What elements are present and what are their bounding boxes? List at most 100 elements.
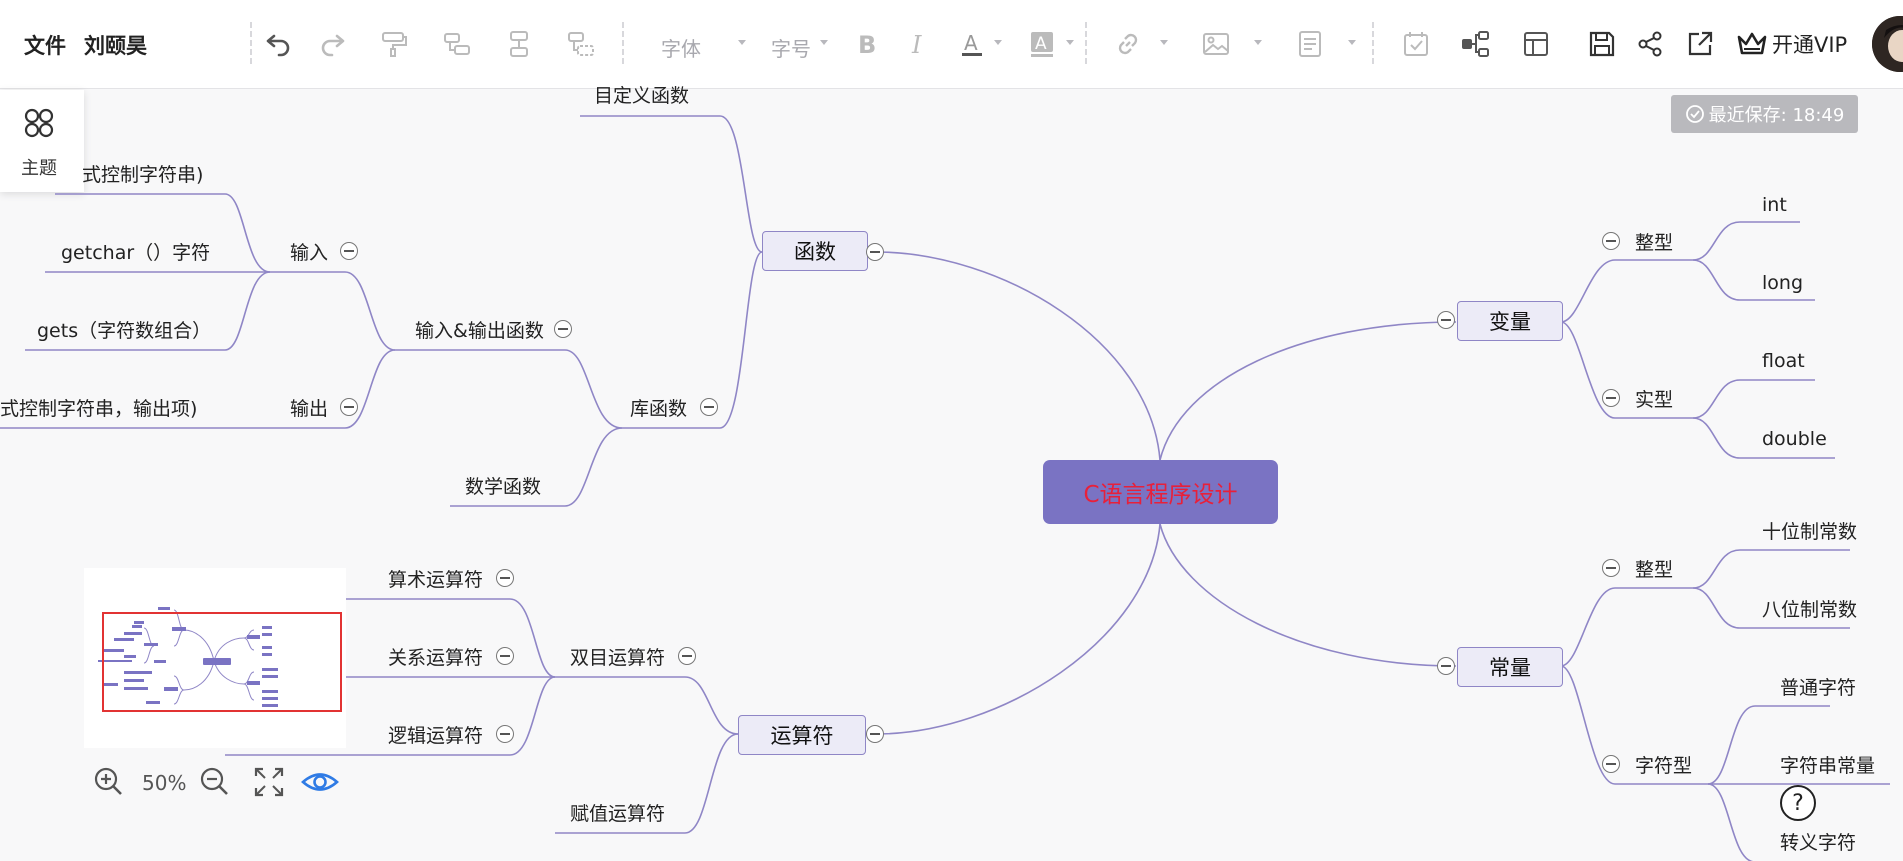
fit-screen-icon[interactable] (252, 765, 286, 799)
minimap-viewport-frame[interactable] (102, 612, 342, 712)
font-size-select[interactable]: 字号 (771, 33, 811, 62)
insert-note-button[interactable] (1290, 24, 1330, 64)
image-icon (1203, 33, 1229, 55)
collapse-toggle[interactable] (1437, 657, 1455, 675)
avatar-image (1872, 16, 1903, 72)
bold-button[interactable]: B (846, 24, 886, 64)
font-color-button[interactable]: A (952, 24, 992, 64)
node-string-const[interactable]: 字符串常量 (1780, 754, 1875, 778)
insert-link-button[interactable] (1108, 24, 1148, 64)
font-color-icon: A (962, 31, 982, 56)
insert-task-button[interactable] (1396, 24, 1436, 64)
node-float[interactable]: float (1762, 349, 1805, 373)
mindmap-root-node[interactable]: C语言程序设计 (1043, 460, 1278, 524)
node-logical-operators[interactable]: 逻辑运算符 (388, 724, 483, 748)
italic-button[interactable]: I (898, 24, 938, 64)
layout-button[interactable] (1516, 24, 1556, 64)
node-char-type[interactable]: 字符型 (1635, 754, 1692, 778)
node-custom-functions[interactable]: 目定义函数 (594, 84, 689, 108)
format-painter-icon (382, 32, 407, 57)
node-relational-operators[interactable]: 关系运算符 (388, 646, 483, 670)
node-decimal-const[interactable]: 十位制常数 (1762, 520, 1857, 544)
zoom-level: 50% (142, 771, 187, 795)
node-library-functions[interactable]: 库函数 (630, 397, 687, 421)
crown-icon (1737, 32, 1767, 55)
file-menu[interactable]: 文件 (24, 30, 66, 60)
save-button[interactable] (1582, 24, 1622, 64)
insert-child-node-button[interactable] (437, 24, 477, 64)
collapse-toggle[interactable] (496, 569, 514, 587)
collapse-toggle[interactable] (340, 242, 358, 260)
vip-upgrade-button[interactable]: 开通VIP (1736, 27, 1847, 61)
node-gets[interactable]: gets（字符数组合） (37, 319, 211, 343)
node-assignment-operators[interactable]: 赋值运算符 (570, 802, 665, 826)
summary-node-icon (568, 32, 594, 56)
node-scanf[interactable]: 式控制字符串) (82, 163, 203, 187)
collapse-toggle[interactable] (678, 647, 696, 665)
node-arithmetic-operators[interactable]: 算术运算符 (388, 568, 483, 592)
insert-sibling-node-button[interactable] (499, 24, 539, 64)
zoom-in-icon[interactable] (92, 765, 126, 799)
structure-button[interactable] (1455, 24, 1495, 64)
help-button[interactable]: ? (1780, 785, 1816, 821)
node-long[interactable]: long (1762, 271, 1803, 295)
collapse-toggle[interactable] (866, 243, 884, 261)
redo-icon (321, 34, 345, 57)
node-functions[interactable]: 函数 (762, 231, 868, 271)
node-integer-type[interactable]: 整型 (1635, 231, 1673, 255)
chevron-down-icon (1254, 40, 1262, 45)
bold-icon: B (858, 31, 876, 59)
node-integer-const[interactable]: 整型 (1635, 558, 1673, 582)
collapse-toggle[interactable] (700, 398, 718, 416)
node-int[interactable]: int (1762, 193, 1787, 217)
node-constants[interactable]: 常量 (1457, 647, 1563, 687)
insert-image-button[interactable] (1196, 24, 1236, 64)
chevron-down-icon (1160, 40, 1168, 45)
export-button[interactable] (1680, 24, 1720, 64)
collapse-toggle[interactable] (1437, 311, 1455, 329)
node-double[interactable]: double (1762, 427, 1827, 451)
highlight-color-button[interactable]: A (1022, 24, 1062, 64)
node-math-functions[interactable]: 数学函数 (465, 475, 541, 499)
collapse-toggle[interactable] (1602, 755, 1620, 773)
avatar[interactable] (1872, 16, 1903, 72)
collapse-toggle[interactable] (554, 320, 572, 338)
document-owner-name: 刘颐昊 (84, 34, 147, 58)
collapse-toggle[interactable] (1602, 389, 1620, 407)
node-output[interactable]: 输出 (290, 397, 328, 421)
svg-text:A: A (964, 31, 978, 55)
node-getchar[interactable]: getchar（）字符 (61, 241, 210, 265)
save-icon (1589, 31, 1615, 57)
node-io-functions[interactable]: 输入&输出函数 (415, 319, 544, 343)
collapse-toggle[interactable] (340, 398, 358, 416)
collapse-toggle[interactable] (1602, 232, 1620, 250)
toolbar-divider (1372, 22, 1374, 64)
node-variables[interactable]: 变量 (1457, 301, 1563, 341)
node-printf[interactable]: 式控制字符串，输出项) (0, 397, 197, 421)
collapse-toggle[interactable] (496, 647, 514, 665)
insert-summary-button[interactable] (561, 24, 601, 64)
collapse-toggle[interactable] (1602, 559, 1620, 577)
redo-button[interactable] (312, 24, 352, 64)
chevron-down-icon (820, 40, 828, 45)
sibling-node-icon (510, 31, 528, 57)
node-real-type[interactable]: 实型 (1635, 388, 1673, 412)
note-icon (1299, 31, 1321, 57)
node-normal-char[interactable]: 普通字符 (1780, 676, 1856, 700)
undo-button[interactable] (259, 24, 299, 64)
zoom-out-icon[interactable] (198, 765, 232, 799)
format-painter-button[interactable] (374, 24, 414, 64)
minimap[interactable] (84, 568, 346, 748)
node-operators[interactable]: 运算符 (738, 715, 866, 755)
node-escape-char[interactable]: 转义字符 (1780, 831, 1856, 855)
node-octal-const[interactable]: 八位制常数 (1762, 598, 1857, 622)
link-icon (1118, 33, 1138, 55)
eye-icon[interactable] (300, 765, 340, 799)
collapse-toggle[interactable] (866, 725, 884, 743)
svg-text:A: A (1035, 34, 1047, 54)
font-family-select[interactable]: 字体 (661, 33, 701, 62)
node-input[interactable]: 输入 (290, 241, 328, 265)
share-button[interactable] (1630, 24, 1670, 64)
node-binary-operators[interactable]: 双目运算符 (570, 646, 665, 670)
collapse-toggle[interactable] (496, 725, 514, 743)
